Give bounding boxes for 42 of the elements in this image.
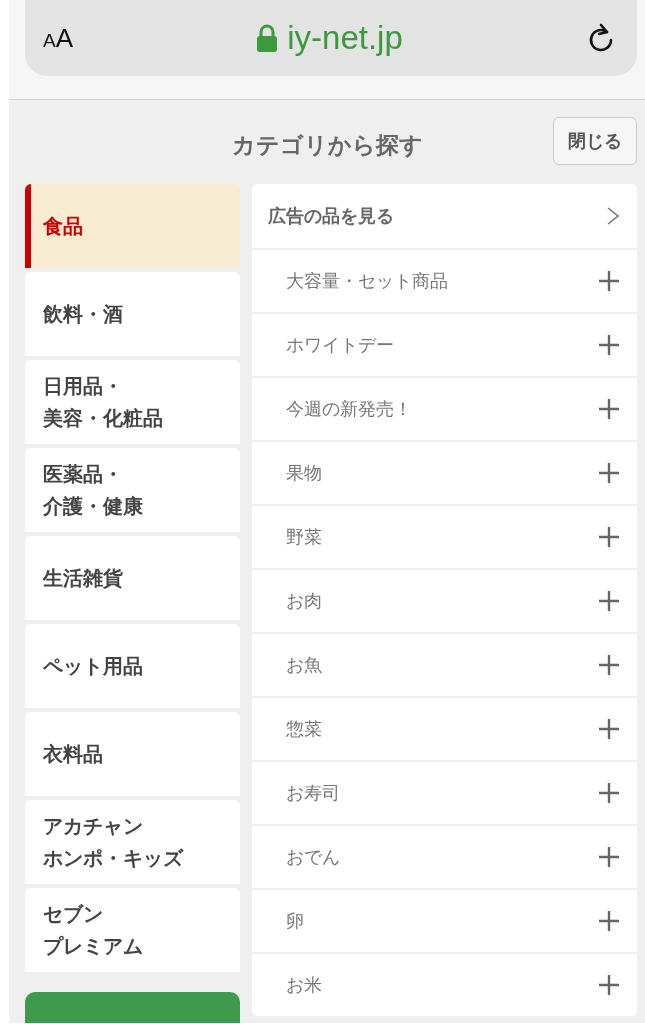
subcategory-item[interactable]: おでん [252,826,637,888]
plus-icon [599,783,619,803]
subcategory-item[interactable]: ホワイトデー [252,314,637,376]
subcategory-item[interactable]: 大容量・セット商品 [252,250,637,312]
subcategory-item[interactable]: 卵 [252,890,637,952]
subcategory-item[interactable]: 今週の新発売！ [252,378,637,440]
plus-icon [599,527,619,547]
panel-title: カテゴリから探す [231,130,423,160]
plus-icon [599,847,619,867]
category-tab[interactable]: 日用品・ 美容・化粧品 [25,360,240,444]
text-size-button[interactable]: AA [43,22,74,54]
plus-icon [599,719,619,739]
address-bar[interactable]: AA iy-net.jp [25,0,637,76]
subcategory-item[interactable]: 野菜 [252,506,637,568]
reload-icon[interactable] [587,23,615,53]
plus-icon [599,911,619,931]
category-tab[interactable]: 医薬品・ 介護・健康 [25,448,240,532]
close-button[interactable]: 閉じる [553,117,637,165]
category-tab[interactable]: 飲料・酒 [25,272,240,356]
subcategory-item[interactable]: お肉 [252,570,637,632]
category-tab[interactable]: ペット用品 [25,624,240,708]
plus-icon [599,399,619,419]
subcategory-item[interactable]: お寿司 [252,762,637,824]
subcategory-link[interactable]: 広告の品を見る [252,184,637,248]
subcategory-item[interactable]: 惣菜 [252,698,637,760]
subcategory-item[interactable]: お魚 [252,634,637,696]
plus-icon [599,463,619,483]
subcategory-item[interactable]: 果物 [252,442,637,504]
plus-icon [599,591,619,611]
category-tab[interactable]: セブン プレミアム [25,888,240,972]
plus-icon [599,975,619,995]
category-tab[interactable]: 衣料品 [25,712,240,796]
plus-icon [599,271,619,291]
category-tab[interactable]: 食品 [25,184,240,268]
subcategory-item[interactable]: お米 [252,954,637,1016]
chevron-icon [607,207,619,225]
category-tab[interactable]: アカチャン ホンポ・キッズ [25,800,240,884]
lock-icon [257,24,278,52]
category-tab[interactable]: 生活雑貨 [25,536,240,620]
plus-icon [599,655,619,675]
url-text[interactable]: iy-net.jp [287,19,403,57]
plus-icon [599,335,619,355]
